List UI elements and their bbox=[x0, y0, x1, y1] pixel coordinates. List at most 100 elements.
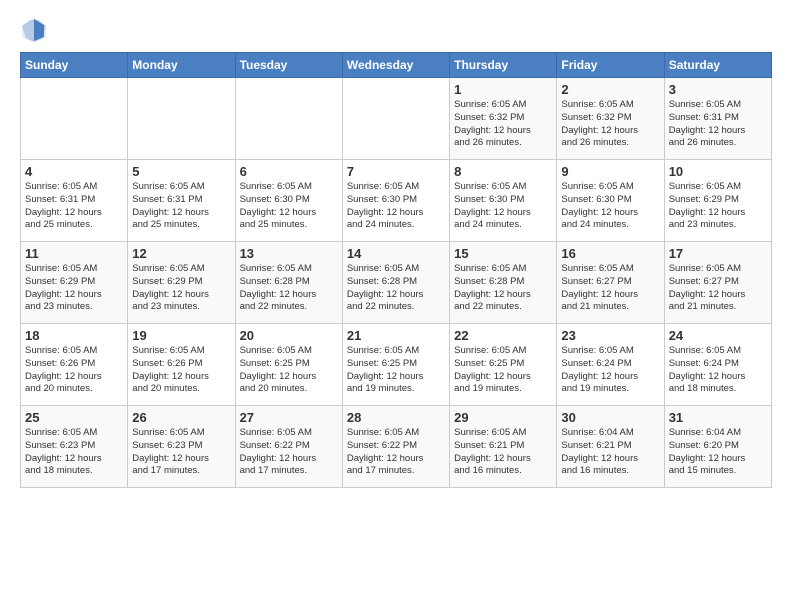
calendar-cell: 6 Sunrise: 6:05 AM Sunset: 6:30 PM Daylig… bbox=[235, 160, 342, 242]
calendar-cell: 23 Sunrise: 6:05 AM Sunset: 6:24 PM Dayli… bbox=[557, 324, 664, 406]
calendar-cell: 16 Sunrise: 6:05 AM Sunset: 6:27 PM Dayli… bbox=[557, 242, 664, 324]
day-number: 10 bbox=[669, 164, 767, 179]
day-info: Sunrise: 6:05 AM Sunset: 6:24 PM Dayligh… bbox=[561, 345, 659, 396]
calendar-cell: 14 Sunrise: 6:05 AM Sunset: 6:28 PM Dayli… bbox=[342, 242, 449, 324]
calendar-cell: 5 Sunrise: 6:05 AM Sunset: 6:31 PM Daylig… bbox=[128, 160, 235, 242]
calendar-cell bbox=[342, 78, 449, 160]
calendar-cell: 11 Sunrise: 6:05 AM Sunset: 6:29 PM Dayli… bbox=[21, 242, 128, 324]
day-info: Sunrise: 6:05 AM Sunset: 6:23 PM Dayligh… bbox=[132, 427, 230, 478]
day-info: Sunrise: 6:05 AM Sunset: 6:28 PM Dayligh… bbox=[240, 263, 338, 314]
weekday-header-row: SundayMondayTuesdayWednesdayThursdayFrid… bbox=[21, 53, 772, 78]
calendar-cell: 13 Sunrise: 6:05 AM Sunset: 6:28 PM Dayli… bbox=[235, 242, 342, 324]
day-info: Sunrise: 6:05 AM Sunset: 6:30 PM Dayligh… bbox=[240, 181, 338, 232]
calendar-cell: 2 Sunrise: 6:05 AM Sunset: 6:32 PM Daylig… bbox=[557, 78, 664, 160]
calendar-cell: 28 Sunrise: 6:05 AM Sunset: 6:22 PM Dayli… bbox=[342, 406, 449, 488]
day-info: Sunrise: 6:05 AM Sunset: 6:28 PM Dayligh… bbox=[347, 263, 445, 314]
weekday-thursday: Thursday bbox=[450, 53, 557, 78]
day-number: 6 bbox=[240, 164, 338, 179]
page: SundayMondayTuesdayWednesdayThursdayFrid… bbox=[0, 0, 792, 498]
day-info: Sunrise: 6:05 AM Sunset: 6:32 PM Dayligh… bbox=[561, 99, 659, 150]
calendar-cell: 9 Sunrise: 6:05 AM Sunset: 6:30 PM Daylig… bbox=[557, 160, 664, 242]
day-info: Sunrise: 6:05 AM Sunset: 6:29 PM Dayligh… bbox=[25, 263, 123, 314]
day-number: 9 bbox=[561, 164, 659, 179]
day-info: Sunrise: 6:05 AM Sunset: 6:27 PM Dayligh… bbox=[669, 263, 767, 314]
calendar-cell: 20 Sunrise: 6:05 AM Sunset: 6:25 PM Dayli… bbox=[235, 324, 342, 406]
day-number: 11 bbox=[25, 246, 123, 261]
calendar-cell bbox=[235, 78, 342, 160]
day-number: 23 bbox=[561, 328, 659, 343]
calendar-cell: 31Sunrise: 6:04 AM Sunset: 6:20 PM Dayli… bbox=[664, 406, 771, 488]
week-row-4: 18 Sunrise: 6:05 AM Sunset: 6:26 PM Dayli… bbox=[21, 324, 772, 406]
day-info: Sunrise: 6:05 AM Sunset: 6:24 PM Dayligh… bbox=[669, 345, 767, 396]
week-row-5: 25 Sunrise: 6:05 AM Sunset: 6:23 PM Dayli… bbox=[21, 406, 772, 488]
day-info: Sunrise: 6:05 AM Sunset: 6:22 PM Dayligh… bbox=[347, 427, 445, 478]
day-number: 26 bbox=[132, 410, 230, 425]
day-number: 4 bbox=[25, 164, 123, 179]
calendar-cell: 21Sunrise: 6:05 AM Sunset: 6:25 PM Dayli… bbox=[342, 324, 449, 406]
weekday-wednesday: Wednesday bbox=[342, 53, 449, 78]
week-row-1: 1Sunrise: 6:05 AM Sunset: 6:32 PM Daylig… bbox=[21, 78, 772, 160]
calendar-cell: 15 Sunrise: 6:05 AM Sunset: 6:28 PM Dayli… bbox=[450, 242, 557, 324]
day-number: 20 bbox=[240, 328, 338, 343]
day-number: 28 bbox=[347, 410, 445, 425]
calendar-cell: 30 Sunrise: 6:04 AM Sunset: 6:21 PM Dayli… bbox=[557, 406, 664, 488]
day-info: Sunrise: 6:05 AM Sunset: 6:26 PM Dayligh… bbox=[25, 345, 123, 396]
calendar-cell: 7 Sunrise: 6:05 AM Sunset: 6:30 PM Daylig… bbox=[342, 160, 449, 242]
calendar-cell: 3 Sunrise: 6:05 AM Sunset: 6:31 PM Daylig… bbox=[664, 78, 771, 160]
calendar-cell: 27Sunrise: 6:05 AM Sunset: 6:22 PM Dayli… bbox=[235, 406, 342, 488]
calendar-cell: 19 Sunrise: 6:05 AM Sunset: 6:26 PM Dayli… bbox=[128, 324, 235, 406]
weekday-saturday: Saturday bbox=[664, 53, 771, 78]
calendar-header: SundayMondayTuesdayWednesdayThursdayFrid… bbox=[21, 53, 772, 78]
day-info: Sunrise: 6:05 AM Sunset: 6:30 PM Dayligh… bbox=[454, 181, 552, 232]
day-number: 25 bbox=[25, 410, 123, 425]
day-info: Sunrise: 6:05 AM Sunset: 6:27 PM Dayligh… bbox=[561, 263, 659, 314]
week-row-3: 11 Sunrise: 6:05 AM Sunset: 6:29 PM Dayli… bbox=[21, 242, 772, 324]
calendar-cell: 22Sunrise: 6:05 AM Sunset: 6:25 PM Dayli… bbox=[450, 324, 557, 406]
calendar-cell: 26 Sunrise: 6:05 AM Sunset: 6:23 PM Dayli… bbox=[128, 406, 235, 488]
day-info: Sunrise: 6:05 AM Sunset: 6:30 PM Dayligh… bbox=[347, 181, 445, 232]
calendar-cell: 4 Sunrise: 6:05 AM Sunset: 6:31 PM Daylig… bbox=[21, 160, 128, 242]
day-number: 30 bbox=[561, 410, 659, 425]
day-number: 18 bbox=[25, 328, 123, 343]
calendar-cell: 12 Sunrise: 6:05 AM Sunset: 6:29 PM Dayli… bbox=[128, 242, 235, 324]
day-info: Sunrise: 6:05 AM Sunset: 6:23 PM Dayligh… bbox=[25, 427, 123, 478]
day-number: 19 bbox=[132, 328, 230, 343]
day-number: 2 bbox=[561, 82, 659, 97]
logo bbox=[20, 16, 52, 44]
day-number: 12 bbox=[132, 246, 230, 261]
day-number: 7 bbox=[347, 164, 445, 179]
week-row-2: 4 Sunrise: 6:05 AM Sunset: 6:31 PM Daylig… bbox=[21, 160, 772, 242]
day-number: 16 bbox=[561, 246, 659, 261]
day-info: Sunrise: 6:05 AM Sunset: 6:30 PM Dayligh… bbox=[561, 181, 659, 232]
day-info: Sunrise: 6:05 AM Sunset: 6:29 PM Dayligh… bbox=[669, 181, 767, 232]
day-info: Sunrise: 6:05 AM Sunset: 6:28 PM Dayligh… bbox=[454, 263, 552, 314]
day-info: Sunrise: 6:05 AM Sunset: 6:21 PM Dayligh… bbox=[454, 427, 552, 478]
calendar-cell bbox=[21, 78, 128, 160]
day-info: Sunrise: 6:05 AM Sunset: 6:29 PM Dayligh… bbox=[132, 263, 230, 314]
day-number: 3 bbox=[669, 82, 767, 97]
day-info: Sunrise: 6:05 AM Sunset: 6:25 PM Dayligh… bbox=[347, 345, 445, 396]
weekday-sunday: Sunday bbox=[21, 53, 128, 78]
day-info: Sunrise: 6:04 AM Sunset: 6:21 PM Dayligh… bbox=[561, 427, 659, 478]
day-number: 14 bbox=[347, 246, 445, 261]
weekday-monday: Monday bbox=[128, 53, 235, 78]
day-number: 13 bbox=[240, 246, 338, 261]
day-number: 17 bbox=[669, 246, 767, 261]
calendar-cell: 10 Sunrise: 6:05 AM Sunset: 6:29 PM Dayli… bbox=[664, 160, 771, 242]
day-info: Sunrise: 6:05 AM Sunset: 6:32 PM Dayligh… bbox=[454, 99, 552, 150]
day-info: Sunrise: 6:05 AM Sunset: 6:31 PM Dayligh… bbox=[132, 181, 230, 232]
weekday-tuesday: Tuesday bbox=[235, 53, 342, 78]
day-number: 8 bbox=[454, 164, 552, 179]
calendar: SundayMondayTuesdayWednesdayThursdayFrid… bbox=[20, 52, 772, 488]
day-number: 15 bbox=[454, 246, 552, 261]
calendar-cell: 8 Sunrise: 6:05 AM Sunset: 6:30 PM Daylig… bbox=[450, 160, 557, 242]
day-number: 5 bbox=[132, 164, 230, 179]
day-info: Sunrise: 6:05 AM Sunset: 6:25 PM Dayligh… bbox=[240, 345, 338, 396]
day-info: Sunrise: 6:05 AM Sunset: 6:31 PM Dayligh… bbox=[669, 99, 767, 150]
day-info: Sunrise: 6:05 AM Sunset: 6:26 PM Dayligh… bbox=[132, 345, 230, 396]
day-info: Sunrise: 6:05 AM Sunset: 6:22 PM Dayligh… bbox=[240, 427, 338, 478]
calendar-cell: 18 Sunrise: 6:05 AM Sunset: 6:26 PM Dayli… bbox=[21, 324, 128, 406]
day-info: Sunrise: 6:05 AM Sunset: 6:31 PM Dayligh… bbox=[25, 181, 123, 232]
logo-icon bbox=[20, 16, 48, 44]
day-number: 22 bbox=[454, 328, 552, 343]
